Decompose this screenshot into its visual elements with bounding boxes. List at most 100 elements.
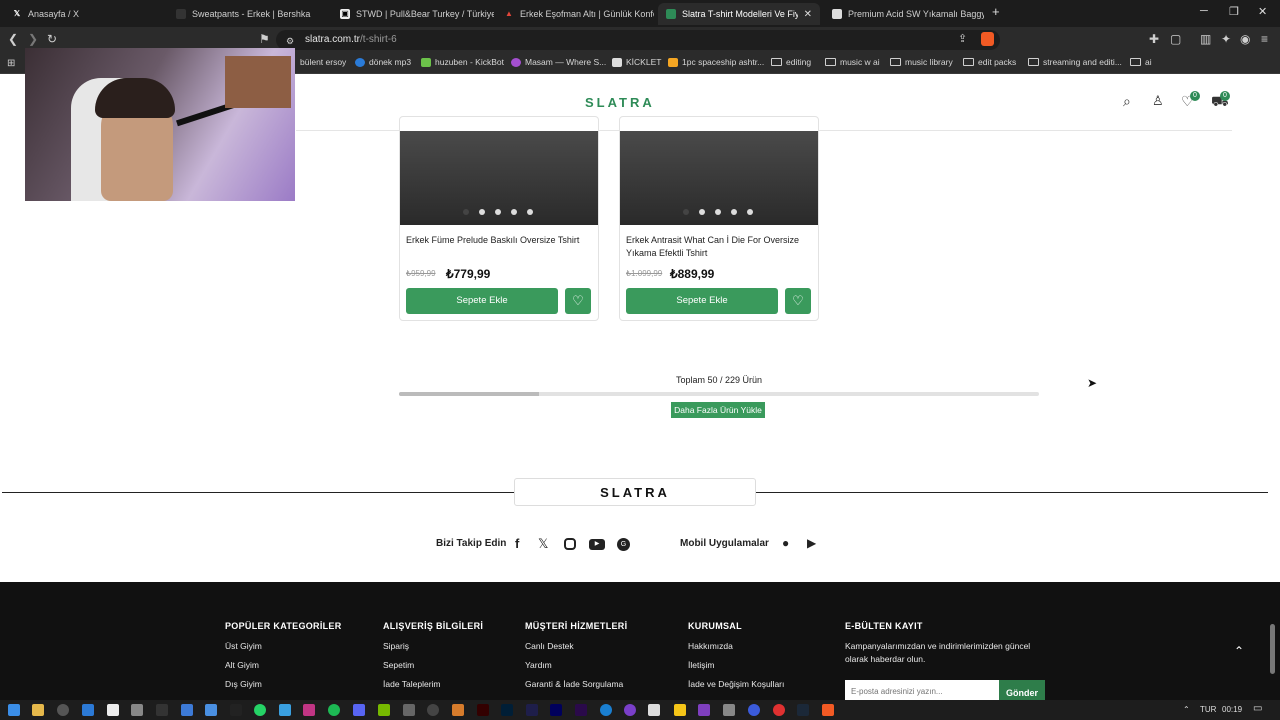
footer-link[interactable]: İade ve Değişim Koşulları — [688, 679, 784, 689]
bookmark-folder[interactable]: ai — [1130, 57, 1152, 67]
bookmark-icon[interactable]: ⚑ — [259, 32, 270, 46]
tab-bershka[interactable]: Sweatpants - Erkek | Bershka — [168, 3, 326, 25]
apple-store-icon[interactable]: ● — [782, 536, 789, 550]
new-tab-icon[interactable]: + — [992, 4, 1000, 19]
bookmark-item[interactable]: KİCKLET — [612, 57, 661, 67]
bookmark-item[interactable]: huzuben - KickBot — [421, 57, 504, 67]
search-icon[interactable]: ⌕ — [1123, 93, 1131, 110]
instagram-icon[interactable] — [564, 538, 576, 550]
reload-icon[interactable]: ↻ — [47, 32, 57, 46]
footer-link[interactable]: Hakkımızda — [688, 641, 733, 651]
forward-icon[interactable]: ❯ — [28, 32, 38, 46]
tiktok-icon[interactable] — [230, 704, 242, 716]
carousel-dot[interactable] — [511, 209, 517, 215]
whatsapp-icon[interactable] — [254, 704, 266, 716]
app-icon[interactable] — [773, 704, 785, 716]
load-more-button[interactable]: Daha Fazla Ürün Yükle — [671, 402, 765, 418]
carousel-dot[interactable] — [463, 209, 469, 215]
close-window-icon[interactable]: ✕ — [1258, 5, 1267, 18]
tab-stwd[interactable]: ▣ STWD | Pull&Bear Turkey / Türkiye — [332, 3, 494, 25]
extensions-icon[interactable]: ✚ — [1149, 32, 1159, 46]
notion-icon[interactable] — [107, 704, 119, 716]
spotify-icon[interactable] — [328, 704, 340, 716]
tab-premium[interactable]: Premium Acid SW Yıkamalı Baggy Eş — [824, 3, 984, 25]
app-icon[interactable] — [698, 704, 710, 716]
app-icon[interactable] — [131, 704, 143, 716]
ai-icon[interactable]: ✦ — [1221, 32, 1231, 46]
brave-icon[interactable] — [822, 704, 834, 716]
tab-slatra[interactable]: Slatra T-shirt Modelleri Ve Fiyatla ✕ — [658, 3, 820, 25]
x-twitter-icon[interactable]: 𝕏 — [538, 536, 548, 552]
app-icon[interactable] — [648, 704, 660, 716]
notifications-icon[interactable]: ▭ — [1253, 703, 1262, 714]
app-icon[interactable] — [205, 704, 217, 716]
bookmark-item[interactable]: dönek mp3 — [355, 57, 411, 67]
scroll-to-top-icon[interactable]: ⌃ — [1234, 644, 1244, 658]
apps-grid-icon[interactable]: ⊞ — [7, 57, 15, 71]
carousel-dot[interactable] — [527, 209, 533, 215]
site-logo[interactable]: SLATRA — [585, 95, 655, 110]
product-card[interactable]: Erkek Antrasit What Can İ Die For Oversi… — [619, 116, 819, 321]
file-explorer-icon[interactable] — [32, 704, 44, 716]
footer-link[interactable]: Sipariş — [383, 641, 409, 651]
app-icon[interactable] — [452, 704, 464, 716]
newsletter-email-input[interactable] — [845, 680, 999, 700]
tab-x[interactable]: 𝕏 Anasayfa / X — [4, 3, 164, 25]
footer-link[interactable]: Üst Giyim — [225, 641, 262, 651]
account-icon[interactable]: ♙ — [1152, 93, 1164, 109]
footer-link[interactable]: Alt Giyim — [225, 660, 259, 670]
minimize-icon[interactable]: ─ — [1200, 5, 1208, 17]
keyboard-language[interactable]: TUR — [1200, 705, 1216, 714]
facebook-icon[interactable]: f — [515, 536, 519, 551]
url-text[interactable]: slatra.com.tr/t-shirt-6 — [305, 34, 397, 45]
close-tab-icon[interactable]: ✕ — [804, 9, 812, 20]
app-icon[interactable] — [403, 704, 415, 716]
carousel-dot[interactable] — [495, 209, 501, 215]
google-play-icon[interactable]: ▶ — [807, 536, 816, 550]
footer-link[interactable]: Garanti & İade Sorgulama — [525, 679, 623, 689]
newsletter-submit-button[interactable]: Gönder — [999, 680, 1045, 700]
vscode-icon[interactable] — [82, 704, 94, 716]
page-scrollbar[interactable] — [1270, 624, 1275, 674]
carousel-dot[interactable] — [479, 209, 485, 215]
share-icon[interactable]: ⇪ — [958, 32, 967, 46]
product-card[interactable]: Erkek Füme Prelude Baskılı Oversize Tshi… — [399, 116, 599, 321]
discord-icon[interactable] — [353, 704, 365, 716]
footer-link[interactable]: İletişim — [688, 660, 714, 670]
app-icon[interactable] — [181, 704, 193, 716]
brave-shield-icon[interactable] — [981, 32, 994, 46]
add-to-wishlist-heart-icon[interactable]: ♡ — [565, 288, 591, 314]
screenshot-icon[interactable]: ▢ — [1170, 32, 1181, 46]
footer-link[interactable]: Dış Giyim — [225, 679, 262, 689]
add-to-cart-button[interactable]: Sepete Ekle — [626, 288, 778, 314]
footer-logo[interactable]: SLATRA — [514, 478, 756, 506]
tab-esofman[interactable]: ▲ Erkek Eşofman Altı | Günlük Konfor | — [496, 3, 654, 25]
illustrator-icon[interactable] — [477, 704, 489, 716]
back-icon[interactable]: ❮ — [8, 32, 18, 46]
product-title[interactable]: Erkek Antrasit What Can İ Die For Oversi… — [626, 234, 814, 260]
footer-link[interactable]: Sepetim — [383, 660, 414, 670]
sidebar-icon[interactable]: ▥ — [1200, 32, 1211, 46]
youtube-icon[interactable]: ▶ — [589, 539, 605, 550]
premiere-icon[interactable] — [575, 704, 587, 716]
after-effects-icon[interactable] — [550, 704, 562, 716]
bookmark-folder[interactable]: music w ai — [825, 57, 880, 67]
bookmark-item[interactable]: 1pc spaceship ashtr... — [668, 57, 764, 67]
bookmark-item[interactable]: Masam — Where S... — [511, 57, 606, 67]
footer-link[interactable]: Canlı Destek — [525, 641, 574, 651]
footer-link[interactable]: İade Taleplerim — [383, 679, 441, 689]
photoshop-icon[interactable] — [501, 704, 513, 716]
system-clock[interactable]: 00:19 — [1222, 705, 1242, 714]
tray-chevron-icon[interactable]: ⌃ — [1183, 705, 1190, 714]
carousel-dot[interactable] — [747, 209, 753, 215]
carousel-dot[interactable] — [683, 209, 689, 215]
menu-icon[interactable]: ≡ — [1261, 32, 1268, 46]
vpn-icon[interactable]: ◉ — [1240, 32, 1250, 46]
carousel-dot[interactable] — [731, 209, 737, 215]
steam-icon[interactable] — [797, 704, 809, 716]
nvidia-icon[interactable] — [378, 704, 390, 716]
add-to-cart-button[interactable]: Sepete Ekle — [406, 288, 558, 314]
app-icon[interactable] — [427, 704, 439, 716]
carousel-dot[interactable] — [715, 209, 721, 215]
add-to-wishlist-heart-icon[interactable]: ♡ — [785, 288, 811, 314]
